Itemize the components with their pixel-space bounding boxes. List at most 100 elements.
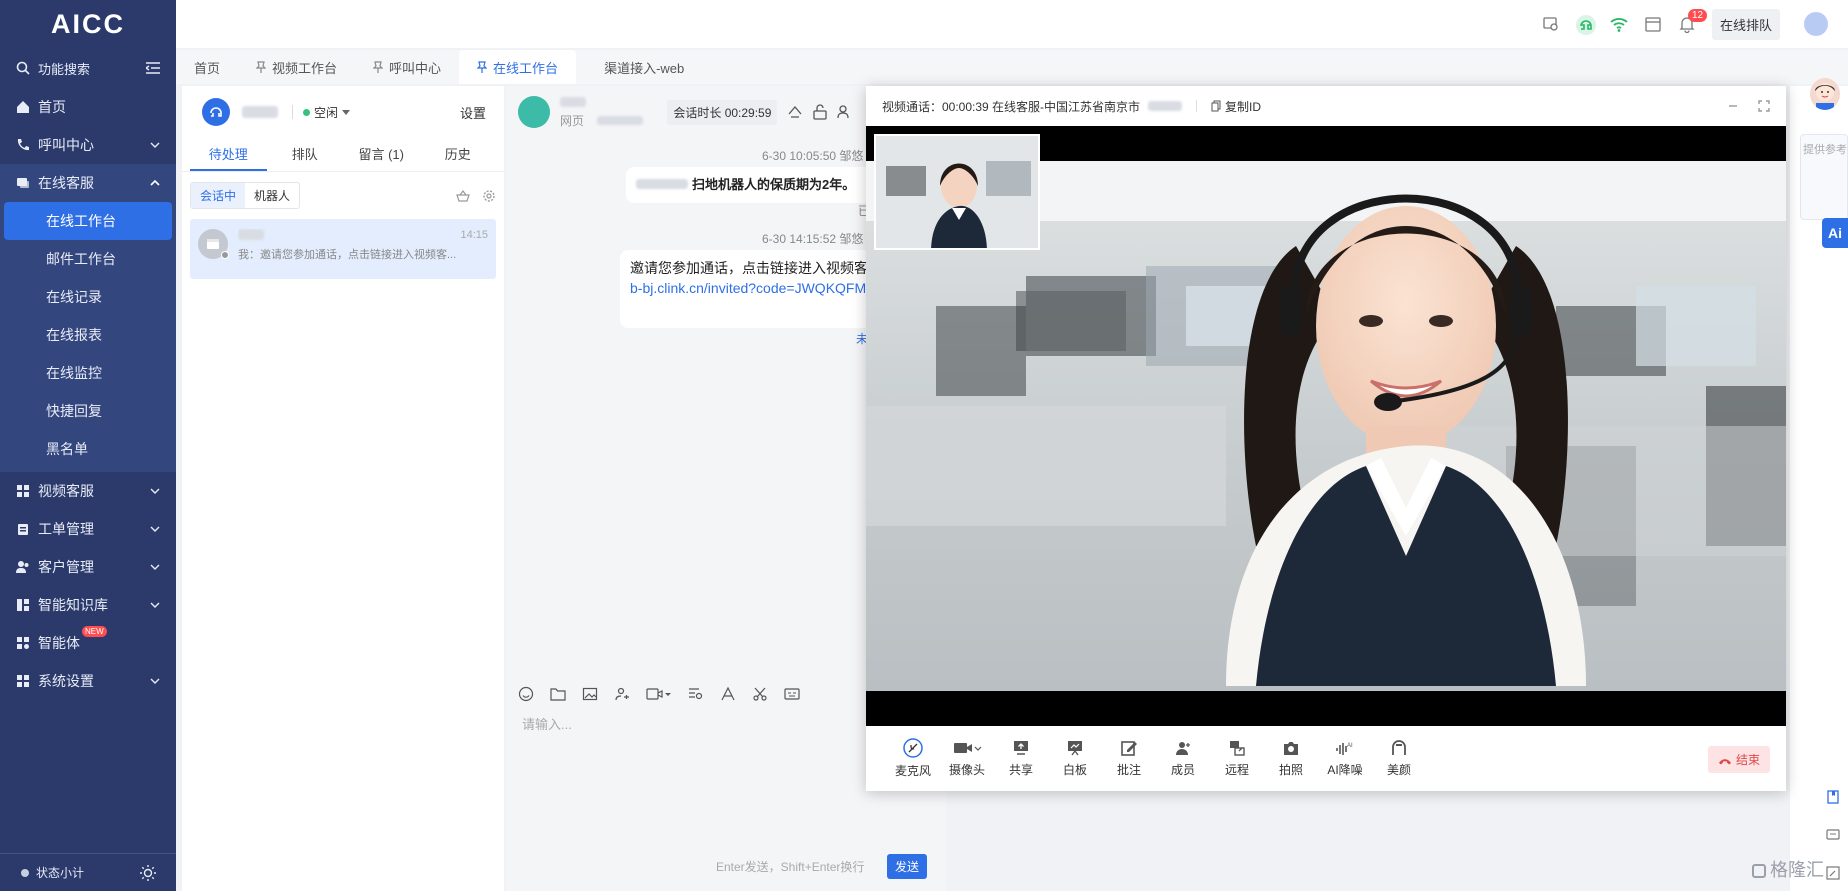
- camera-button[interactable]: 摄像头: [940, 739, 994, 778]
- chevron-down-icon: [150, 488, 160, 494]
- whiteboard-button[interactable]: 白板: [1048, 739, 1102, 778]
- microphone-button[interactable]: 麦克风: [886, 738, 940, 779]
- visitor-info: 网页: [560, 95, 644, 129]
- lock-icon[interactable]: [813, 104, 828, 120]
- tab-pending[interactable]: 待处理: [190, 138, 267, 171]
- bell-icon[interactable]: 12: [1678, 9, 1708, 33]
- segment-in-session[interactable]: 会话中: [191, 183, 246, 208]
- sidebar-item-home[interactable]: 首页: [0, 88, 176, 126]
- agent-name-redacted: [242, 106, 278, 118]
- sidebar-subitem-online-monitor[interactable]: 在线监控: [4, 354, 172, 392]
- sidebar-item-label: 工单管理: [38, 521, 94, 537]
- conversation-list-panel: 空闲 设置 待处理 排队 留言 (1) 历史 会话中 机器人 14:15 我：邀…: [182, 86, 504, 891]
- status-summary[interactable]: 状态小计: [0, 853, 176, 891]
- search-list-icon[interactable]: [688, 686, 704, 702]
- tab-messages[interactable]: 留言 (1): [343, 138, 420, 171]
- local-video-preview[interactable]: [874, 134, 1040, 250]
- tab-queue[interactable]: 排队: [267, 138, 344, 171]
- annotate-button[interactable]: 批注: [1102, 739, 1156, 778]
- fullscreen-icon[interactable]: [1758, 100, 1770, 112]
- sidebar-item-customer-management[interactable]: 客户管理: [0, 548, 176, 586]
- online-queue-button[interactable]: 在线排队: [1711, 8, 1780, 40]
- beauty-icon: [1392, 740, 1406, 755]
- sidebar-item-agent[interactable]: 智能体 NEW: [0, 624, 176, 662]
- tab-label: 在线工作台: [493, 60, 559, 76]
- search-icon: [16, 61, 30, 75]
- message-input[interactable]: 请输入...: [522, 714, 572, 733]
- collapse-menu-icon[interactable]: [146, 62, 160, 74]
- sidebar-subitem-online-reports[interactable]: 在线报表: [4, 316, 172, 354]
- tab-online-workbench[interactable]: 在线工作台: [459, 50, 577, 84]
- sidebar-item-ticket-management[interactable]: 工单管理: [0, 510, 176, 548]
- sidebar-subitem-quick-reply[interactable]: 快捷回复: [4, 392, 172, 430]
- pin-icon[interactable]: [256, 61, 267, 73]
- sidebar-item-system-settings[interactable]: 系统设置: [0, 662, 176, 700]
- assistant-avatar[interactable]: [1810, 78, 1840, 110]
- image-icon[interactable]: [582, 686, 598, 702]
- copy-id-button[interactable]: 复制ID: [1225, 98, 1261, 115]
- end-call-button[interactable]: 结束: [1707, 746, 1770, 773]
- sidebar-subitem-online-records[interactable]: 在线记录: [4, 278, 172, 316]
- control-label: 共享: [1008, 763, 1033, 777]
- message-icon[interactable]: [1826, 828, 1840, 842]
- user-add-icon[interactable]: [837, 104, 851, 120]
- settings-link[interactable]: 设置: [460, 103, 486, 122]
- beauty-button[interactable]: 美颜: [1372, 739, 1426, 778]
- control-label: 远程: [1224, 763, 1249, 777]
- sidebar-item-online-service[interactable]: 在线客服: [0, 164, 176, 202]
- tab-home[interactable]: 首页: [176, 50, 238, 84]
- conversation-last-message: 我：邀请您参加通话，点击链接进入视频客...: [238, 249, 457, 261]
- user-card-icon[interactable]: [614, 686, 630, 702]
- function-search[interactable]: 功能搜索: [0, 48, 176, 88]
- user-avatar[interactable]: [1804, 12, 1828, 36]
- snapshot-button[interactable]: 拍照: [1264, 739, 1318, 778]
- knowledge-icon: [17, 599, 29, 611]
- conversation-top-row: 14:15: [238, 229, 488, 241]
- sidebar-item-knowledge-base[interactable]: 智能知识库: [0, 586, 176, 624]
- remote-control-button[interactable]: 远程: [1210, 739, 1264, 778]
- font-icon[interactable]: [720, 686, 736, 702]
- send-button[interactable]: 发送: [887, 854, 928, 879]
- share-button[interactable]: 共享: [994, 739, 1048, 778]
- minimize-icon[interactable]: [1728, 101, 1738, 111]
- tab-history[interactable]: 历史: [420, 138, 497, 171]
- transfer-icon[interactable]: [787, 104, 803, 120]
- sidebar-item-call-center[interactable]: 呼叫中心: [0, 126, 176, 164]
- calendar-icon[interactable]: [1644, 15, 1662, 33]
- agent-status-dropdown[interactable]: 空闲: [303, 104, 351, 121]
- remote-video-stage: [866, 126, 1786, 726]
- headset-icon[interactable]: [1575, 15, 1596, 35]
- tab-call-center[interactable]: 呼叫中心: [355, 50, 459, 84]
- edit-note-icon[interactable]: [1826, 866, 1840, 880]
- sidebar-subitem-mail-workbench[interactable]: 邮件工作台: [4, 240, 172, 278]
- control-label: 批注: [1116, 763, 1141, 777]
- sidebar-item-label: 在线客服: [38, 175, 94, 191]
- scissors-icon[interactable]: [752, 686, 768, 702]
- tab-video-workbench[interactable]: 视频工作台: [238, 50, 355, 84]
- basket-icon[interactable]: [456, 189, 470, 202]
- pin-icon[interactable]: [477, 61, 488, 73]
- sidebar-subitem-blacklist[interactable]: 黑名单: [4, 430, 172, 468]
- tab-channel-web[interactable]: 渠道接入-web: [586, 50, 702, 84]
- watermark-text: 格隆汇: [1770, 860, 1824, 880]
- list-item[interactable]: 14:15 我：邀请您参加通话，点击链接进入视频客...: [190, 219, 496, 279]
- pin-icon[interactable]: [373, 61, 384, 73]
- monitor-search-icon[interactable]: [1542, 15, 1560, 33]
- tab-label: 呼叫中心: [389, 60, 442, 76]
- video-call-window: 视频通话：00:00:39 在线客服-中国江苏省南京市 复制ID 麦克风 摄像头…: [866, 86, 1786, 791]
- gear-icon[interactable]: [482, 189, 496, 203]
- ai-assistant-button[interactable]: Ai: [1822, 218, 1848, 248]
- chat-icon: [17, 178, 29, 188]
- sidebar-subitem-online-workbench[interactable]: 在线工作台: [4, 202, 172, 240]
- note-icon[interactable]: [1826, 790, 1840, 804]
- send-hint: Enter发送，Shift+Enter换行: [716, 860, 865, 874]
- quick-reply-icon[interactable]: [784, 686, 800, 702]
- members-button[interactable]: 成员: [1156, 739, 1210, 778]
- emoji-icon[interactable]: [518, 686, 534, 702]
- video-call-icon[interactable]: [646, 686, 672, 702]
- sun-icon[interactable]: [140, 864, 156, 881]
- ai-noise-reduction-button[interactable]: AI AI降噪: [1318, 739, 1372, 778]
- sidebar-item-video-service[interactable]: 视频客服: [0, 472, 176, 510]
- segment-robot[interactable]: 机器人: [245, 183, 299, 208]
- folder-icon[interactable]: [550, 686, 566, 702]
